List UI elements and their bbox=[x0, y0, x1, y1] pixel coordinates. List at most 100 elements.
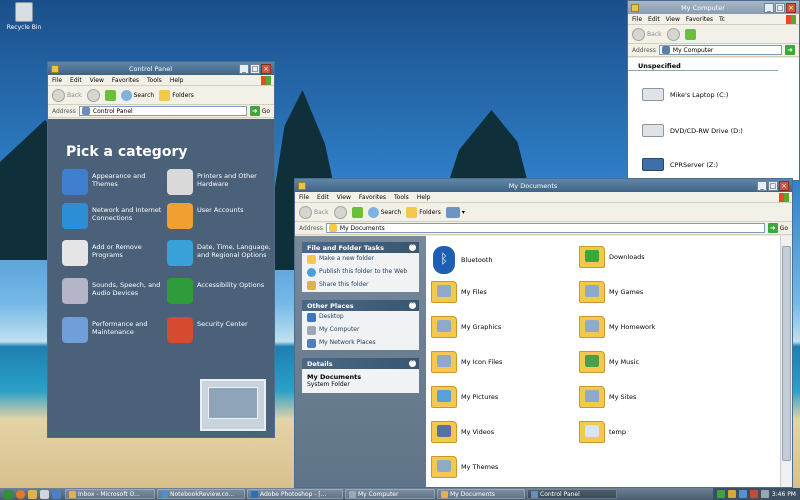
menu-file[interactable]: File bbox=[632, 16, 642, 23]
search-button[interactable]: Search bbox=[120, 89, 154, 101]
close-button[interactable]: × bbox=[779, 180, 789, 191]
task-share-folder[interactable]: Share this folder bbox=[302, 279, 419, 292]
menu-favorites[interactable]: Favorites bbox=[686, 16, 713, 23]
menu-tools[interactable]: Tools bbox=[147, 77, 162, 84]
back-button[interactable]: Back bbox=[52, 88, 82, 102]
file-item[interactable]: My Icon Files bbox=[431, 351, 571, 373]
panel-header[interactable]: Other Places ^ bbox=[302, 300, 419, 311]
category-printer[interactable]: Printers and Other Hardware bbox=[167, 169, 271, 195]
menu-help[interactable]: Help bbox=[417, 194, 431, 201]
place-my-computer[interactable]: My Computer bbox=[302, 324, 419, 337]
vertical-scrollbar[interactable] bbox=[780, 236, 792, 487]
menu-view[interactable]: View bbox=[666, 16, 680, 23]
control-panel-titlebar[interactable]: Control Panel _ □ × bbox=[48, 62, 274, 75]
up-button[interactable] bbox=[104, 89, 116, 101]
volume-icon[interactable] bbox=[760, 490, 769, 498]
panel-header[interactable]: Details ^ bbox=[302, 358, 419, 369]
views-button[interactable]: ▾ bbox=[445, 206, 465, 218]
task-make-new-folder[interactable]: Make a new folder bbox=[302, 253, 419, 266]
folder-icon[interactable] bbox=[28, 489, 37, 499]
file-item[interactable]: My Videos bbox=[431, 421, 571, 443]
place-my-network-places[interactable]: My Network Places bbox=[302, 337, 419, 350]
file-item[interactable]: Downloads bbox=[579, 246, 719, 268]
category-accessibility[interactable]: Accessibility Options bbox=[167, 278, 271, 304]
search-button[interactable]: Search bbox=[367, 206, 401, 218]
category-user-accounts[interactable]: User Accounts bbox=[167, 203, 271, 229]
up-button[interactable] bbox=[351, 206, 363, 218]
scrollbar-thumb[interactable] bbox=[782, 246, 791, 461]
control-panel-window[interactable]: Control Panel _ □ × File Edit View Favor… bbox=[47, 61, 275, 438]
menu-edit[interactable]: Edit bbox=[317, 194, 329, 201]
my-documents-titlebar[interactable]: My Documents _ □ × bbox=[295, 179, 792, 192]
minimize-button[interactable]: _ bbox=[239, 63, 249, 74]
forward-button[interactable] bbox=[333, 205, 347, 219]
clock-icon[interactable] bbox=[40, 489, 49, 499]
menu-view[interactable]: View bbox=[337, 194, 351, 201]
file-item[interactable]: temp bbox=[579, 421, 719, 443]
collapse-icon[interactable]: ^ bbox=[409, 244, 416, 251]
menu-edit[interactable]: Edit bbox=[648, 16, 660, 23]
my-documents-window[interactable]: My Documents _ □ × File Edit View Favori… bbox=[294, 178, 793, 488]
file-item[interactable]: My Music bbox=[579, 351, 719, 373]
file-item[interactable]: My Games bbox=[579, 281, 719, 303]
menu-file[interactable]: File bbox=[299, 194, 309, 201]
maximize-button[interactable]: □ bbox=[768, 180, 778, 191]
category-appearance[interactable]: Appearance and Themes bbox=[62, 169, 166, 195]
tray-icon[interactable] bbox=[749, 490, 758, 498]
forward-button[interactable] bbox=[86, 88, 100, 102]
category-performance[interactable]: Performance and Maintenance bbox=[62, 317, 166, 343]
drive-z[interactable]: CPRServer (Z:) bbox=[642, 158, 718, 171]
taskbar-button[interactable]: Inbox - Microsoft O... bbox=[65, 489, 155, 499]
tray-icon[interactable] bbox=[716, 490, 725, 498]
recycle-bin-shortcut[interactable]: Recycle Bin bbox=[4, 2, 44, 31]
drive-d[interactable]: DVD/CD-RW Drive (D:) bbox=[642, 124, 743, 137]
taskbar-button[interactable]: My Computer bbox=[345, 489, 435, 499]
tray-icon[interactable] bbox=[738, 490, 747, 498]
up-button[interactable] bbox=[684, 28, 696, 40]
file-item[interactable]: My Sites bbox=[579, 386, 719, 408]
go-button[interactable]: ➜ Go bbox=[767, 223, 792, 233]
my-computer-window[interactable]: My Computer _ □ × File Edit View Favorit… bbox=[627, 0, 800, 181]
maximize-button[interactable]: □ bbox=[250, 63, 260, 74]
category-add-remove-programs[interactable]: Add or Remove Programs bbox=[62, 240, 166, 266]
taskbar-button[interactable]: Adobe Photoshop - [... bbox=[247, 489, 343, 499]
drive-c[interactable]: Mike's Laptop (C:) bbox=[642, 88, 728, 101]
menu-favorites[interactable]: Favorites bbox=[359, 194, 386, 201]
back-button[interactable]: Back bbox=[299, 205, 329, 219]
media-icon[interactable] bbox=[52, 489, 61, 499]
file-item[interactable]: My Files bbox=[431, 281, 571, 303]
task-publish-folder[interactable]: Publish this folder to the Web bbox=[302, 266, 419, 279]
clock[interactable]: 3:46 PM bbox=[772, 491, 796, 498]
menu-file[interactable]: File bbox=[52, 77, 62, 84]
my-computer-titlebar[interactable]: My Computer _ □ × bbox=[628, 1, 799, 14]
collapse-icon[interactable]: ^ bbox=[409, 302, 416, 309]
address-field[interactable]: My Documents bbox=[325, 223, 765, 233]
menu-view[interactable]: View bbox=[90, 77, 104, 84]
menu-tools[interactable]: Tools bbox=[394, 194, 409, 201]
tray-icon[interactable] bbox=[727, 490, 736, 498]
taskbar-button[interactable]: NotebookReview.co... bbox=[157, 489, 245, 499]
start-orb-icon[interactable] bbox=[4, 489, 13, 499]
menu-help[interactable]: Help bbox=[170, 77, 184, 84]
file-item[interactable]: My Graphics bbox=[431, 316, 571, 338]
file-item[interactable]: My Pictures bbox=[431, 386, 571, 408]
file-item[interactable]: My Themes bbox=[431, 456, 571, 478]
menu-favorites[interactable]: Favorites bbox=[112, 77, 139, 84]
category-date-time[interactable]: Date, Time, Language, and Regional Optio… bbox=[167, 240, 271, 266]
close-button[interactable]: × bbox=[261, 63, 271, 74]
maximize-button[interactable]: □ bbox=[775, 2, 785, 13]
address-field[interactable]: My Computer bbox=[658, 45, 782, 55]
go-button[interactable]: ➜ bbox=[785, 45, 799, 55]
category-sounds[interactable]: Sounds, Speech, and Audio Devices bbox=[62, 278, 166, 304]
taskbar-button[interactable]: My Documents bbox=[437, 489, 525, 499]
category-shield[interactable]: Security Center bbox=[167, 317, 271, 343]
firefox-icon[interactable] bbox=[16, 489, 25, 499]
go-button[interactable]: ➜ Go bbox=[249, 106, 274, 116]
place-desktop[interactable]: Desktop bbox=[302, 311, 419, 324]
panel-header[interactable]: File and Folder Tasks ^ bbox=[302, 242, 419, 253]
category-network[interactable]: Network and Internet Connections bbox=[62, 203, 166, 229]
collapse-icon[interactable]: ^ bbox=[409, 360, 416, 367]
minimize-button[interactable]: _ bbox=[764, 2, 774, 13]
file-item[interactable]: ᛒ Bluetooth bbox=[431, 246, 571, 274]
file-item[interactable]: My Homework bbox=[579, 316, 719, 338]
